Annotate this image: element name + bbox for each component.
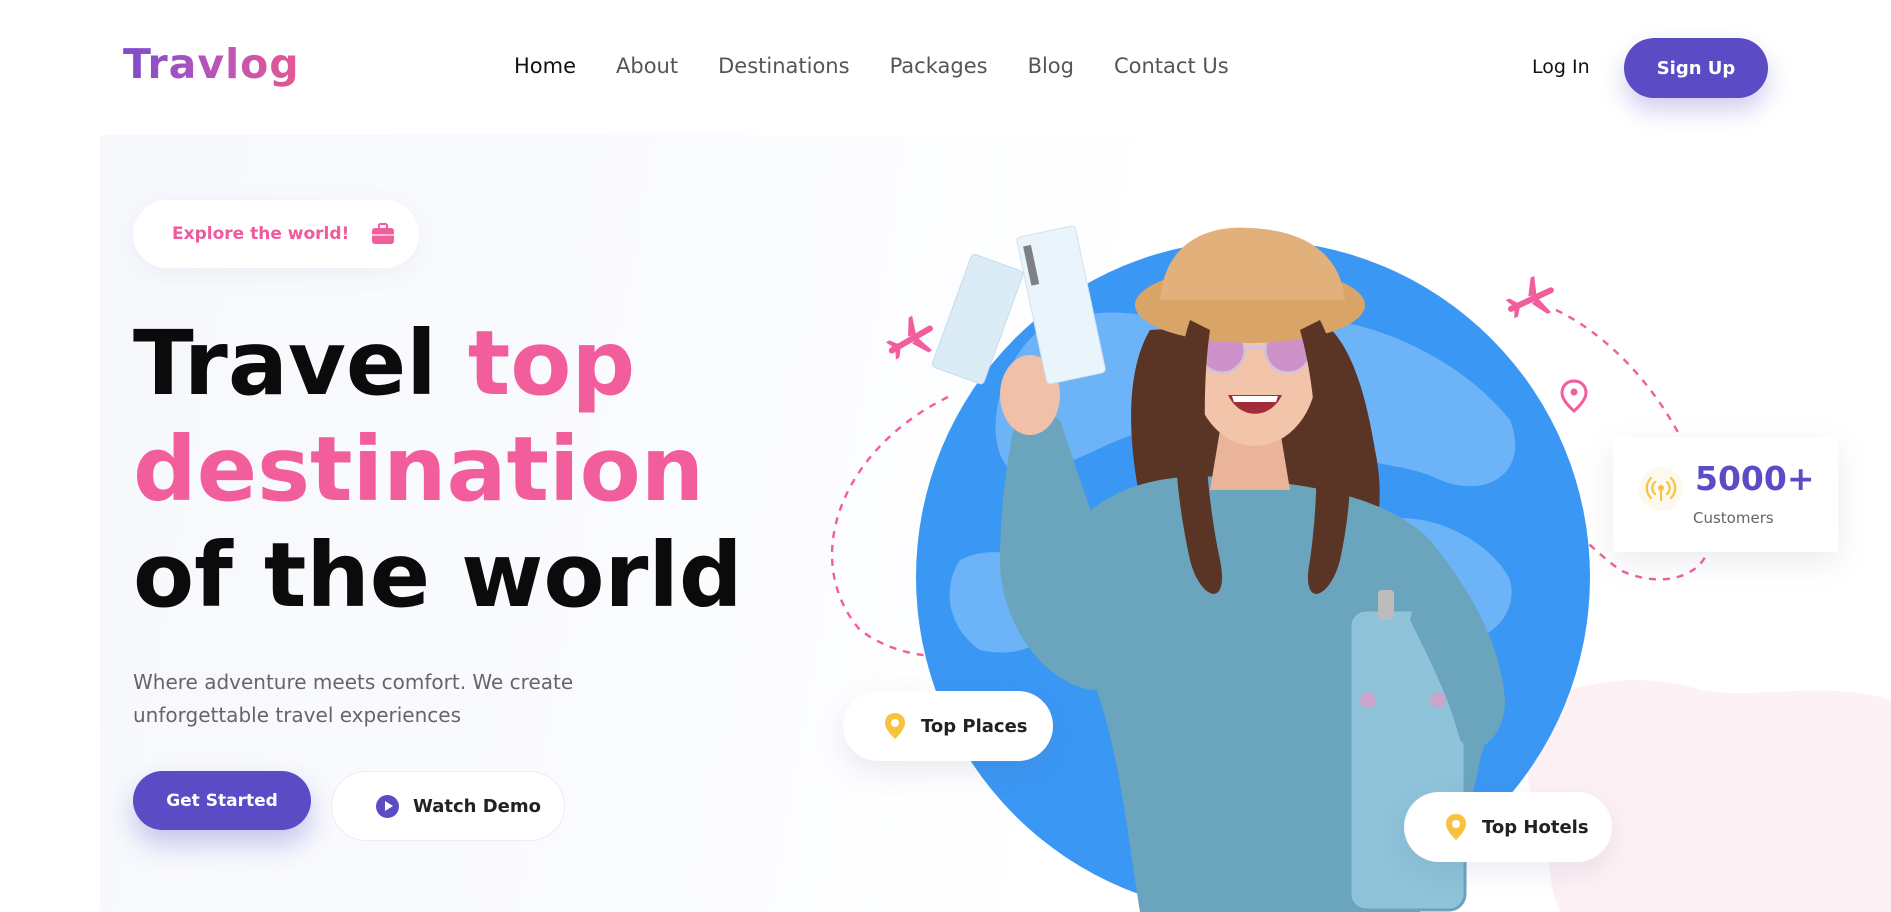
hero-title-line2: destination xyxy=(133,417,705,521)
map-pin-icon xyxy=(885,713,905,739)
brand-logo[interactable]: Travlog xyxy=(123,40,300,88)
nav-item-blog[interactable]: Blog xyxy=(1028,54,1074,78)
explore-badge: Explore the world! xyxy=(133,200,419,268)
briefcase-icon xyxy=(372,223,395,244)
hero-title-line3: of the world xyxy=(133,523,743,627)
get-started-button[interactable]: Get Started xyxy=(133,771,311,830)
watch-demo-label: Watch Demo xyxy=(413,795,541,817)
hero-subtitle: Where adventure meets comfort. We create… xyxy=(133,670,574,727)
hero-title-plain: Travel xyxy=(133,311,468,415)
nav-item-contact-us[interactable]: Contact Us xyxy=(1114,54,1229,78)
top-places-label: Top Places xyxy=(921,715,1028,737)
hero-title-line1: Travel top xyxy=(133,311,635,415)
login-link[interactable]: Log In xyxy=(1532,56,1590,78)
customers-stat-card: 5000+ Customers xyxy=(1613,437,1838,552)
map-pin-icon xyxy=(1446,814,1466,840)
nav-item-home[interactable]: Home xyxy=(514,54,576,78)
signup-button[interactable]: Sign Up xyxy=(1624,38,1768,98)
location-pin-icon xyxy=(1560,379,1588,413)
nav-item-destinations[interactable]: Destinations xyxy=(718,54,849,78)
hero-title: Travel top destination of the world xyxy=(133,310,743,628)
hero-title-accent: top xyxy=(467,311,636,415)
watch-demo-button[interactable]: Watch Demo xyxy=(331,771,565,841)
explore-badge-label: Explore the world! xyxy=(172,224,350,244)
top-hotels-label: Top Hotels xyxy=(1482,816,1589,838)
play-icon xyxy=(376,794,399,818)
nav-item-about[interactable]: About xyxy=(616,54,678,78)
customers-count: 5000+ xyxy=(1695,459,1815,498)
nav-item-packages[interactable]: Packages xyxy=(890,54,988,78)
airplane-icon-right xyxy=(1505,275,1554,319)
main-nav: Home About Destinations Packages Blog Co… xyxy=(514,54,1229,78)
customers-label: Customers xyxy=(1693,509,1774,527)
top-places-badge[interactable]: Top Places xyxy=(843,691,1053,761)
top-hotels-badge[interactable]: Top Hotels xyxy=(1404,792,1612,862)
broadcast-icon xyxy=(1639,467,1683,511)
